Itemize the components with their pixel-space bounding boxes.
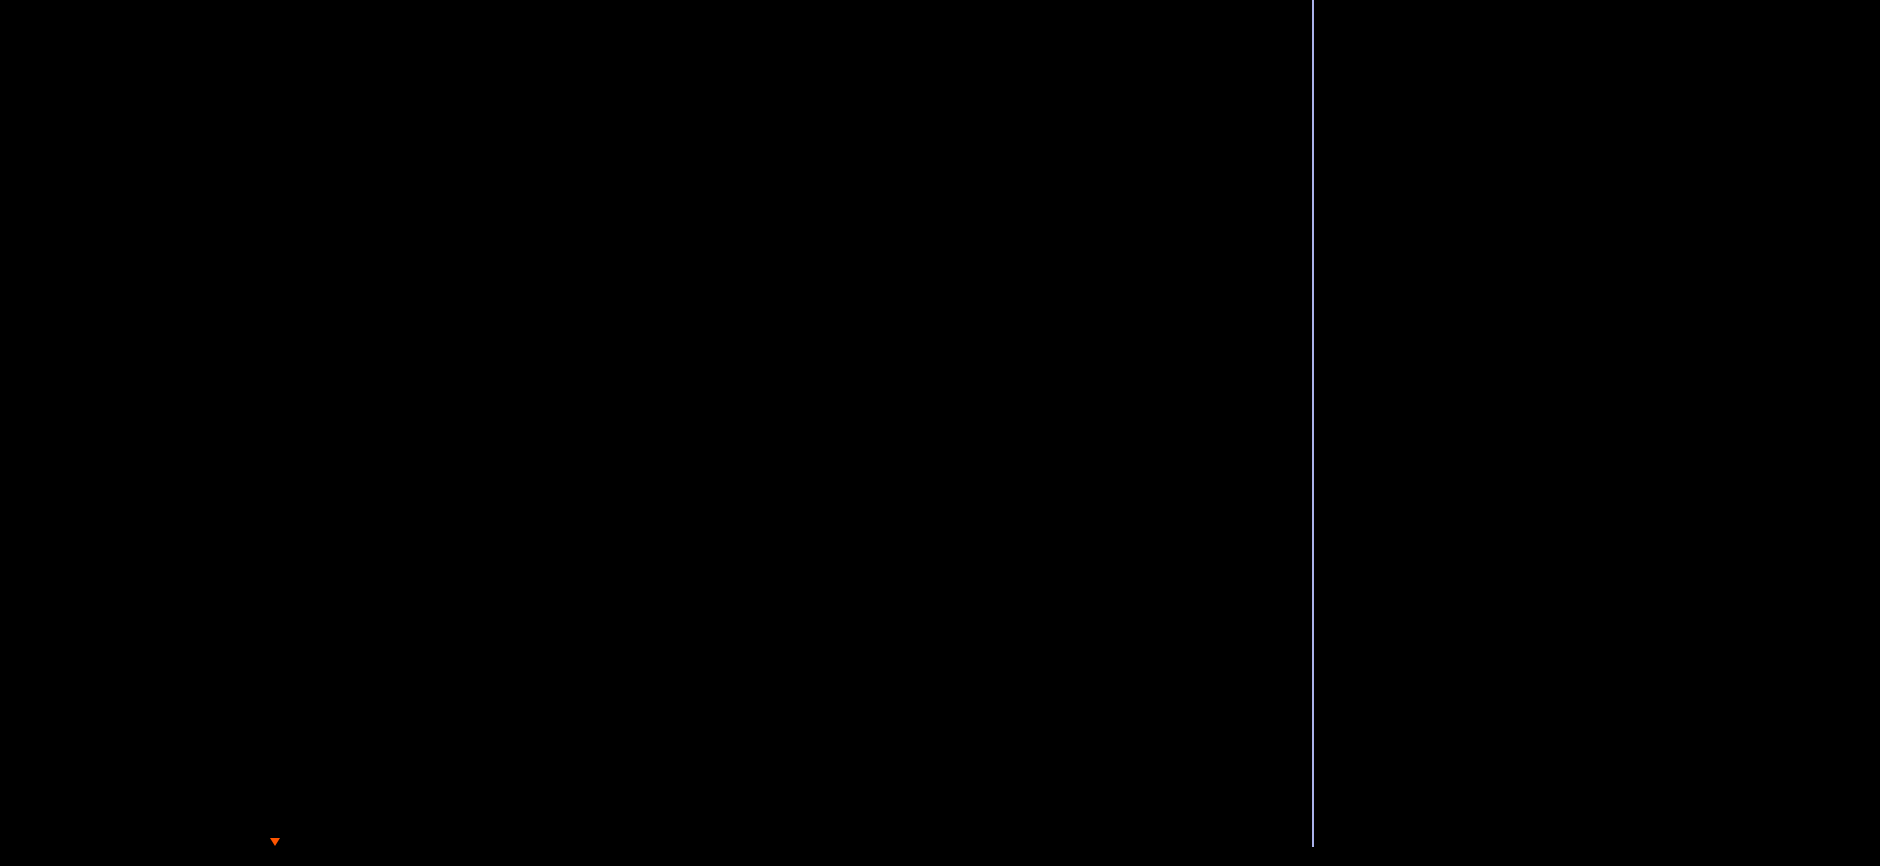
chart-cursor-line[interactable] [1312, 0, 1314, 847]
amibroker-chart-window [0, 0, 1880, 866]
status-bar [0, 847, 1880, 866]
mouse-marker-icon [270, 838, 280, 846]
chart-area[interactable] [0, 0, 1880, 866]
